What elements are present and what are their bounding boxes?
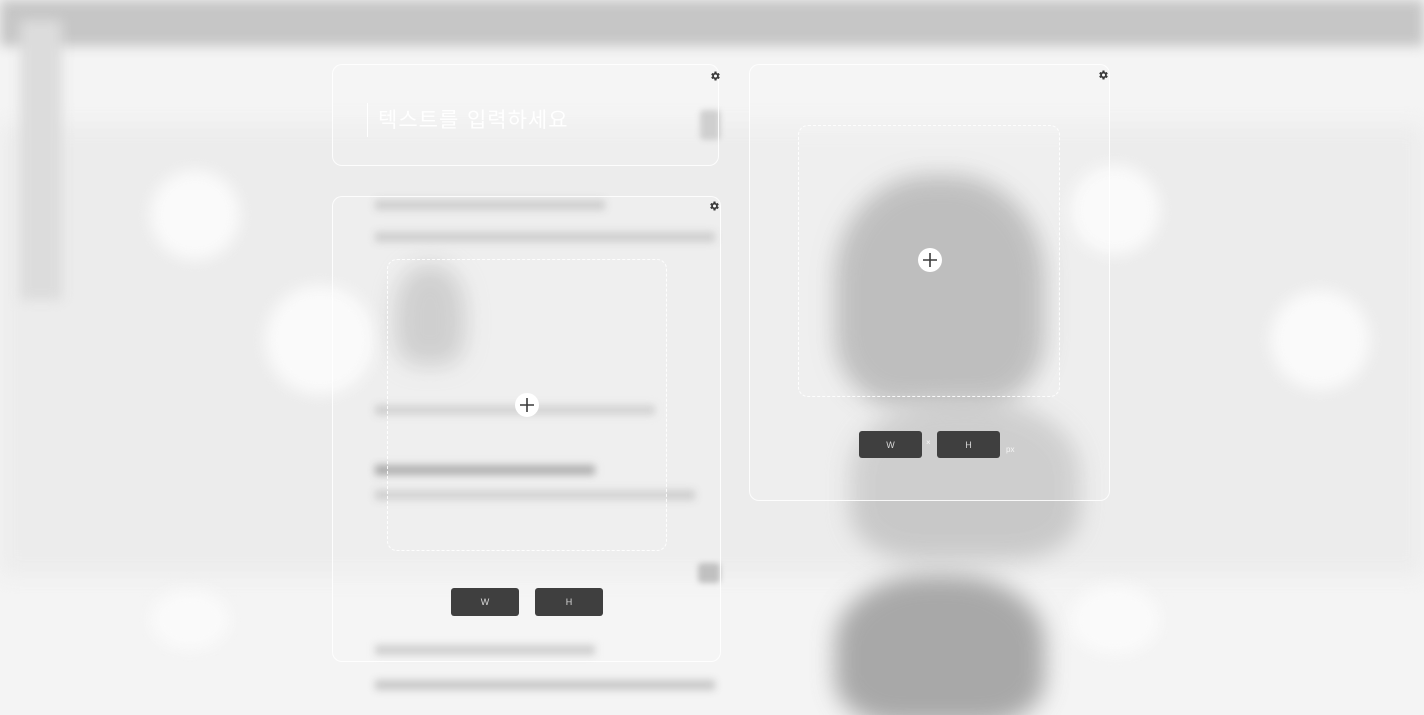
- gear-icon[interactable]: [707, 199, 720, 212]
- text-widget: [332, 64, 721, 166]
- dimension-separator: ×: [926, 438, 931, 447]
- dimension-unit: px: [1006, 445, 1015, 454]
- image-widget-left: W H: [332, 196, 721, 662]
- image-widget-right: W × H px: [749, 64, 1110, 501]
- height-button[interactable]: H: [535, 588, 603, 616]
- background-sidebar: [20, 20, 62, 300]
- background-circle: [1270, 290, 1370, 390]
- gear-icon[interactable]: [708, 69, 721, 82]
- text-input[interactable]: [367, 103, 708, 137]
- background-circle: [150, 170, 240, 260]
- background-photo: [835, 575, 1045, 715]
- background-top-bar: [0, 0, 1424, 46]
- background-text-line: [375, 680, 715, 690]
- plus-icon[interactable]: [918, 248, 942, 272]
- height-button[interactable]: H: [937, 431, 1000, 458]
- width-button[interactable]: W: [859, 431, 922, 458]
- background-circle: [1070, 585, 1160, 655]
- background-circle: [150, 590, 230, 650]
- width-button[interactable]: W: [451, 588, 519, 616]
- plus-icon[interactable]: [515, 393, 539, 417]
- image-dropzone[interactable]: [387, 259, 667, 551]
- image-dropzone[interactable]: [798, 125, 1060, 397]
- gear-icon[interactable]: [1096, 68, 1109, 81]
